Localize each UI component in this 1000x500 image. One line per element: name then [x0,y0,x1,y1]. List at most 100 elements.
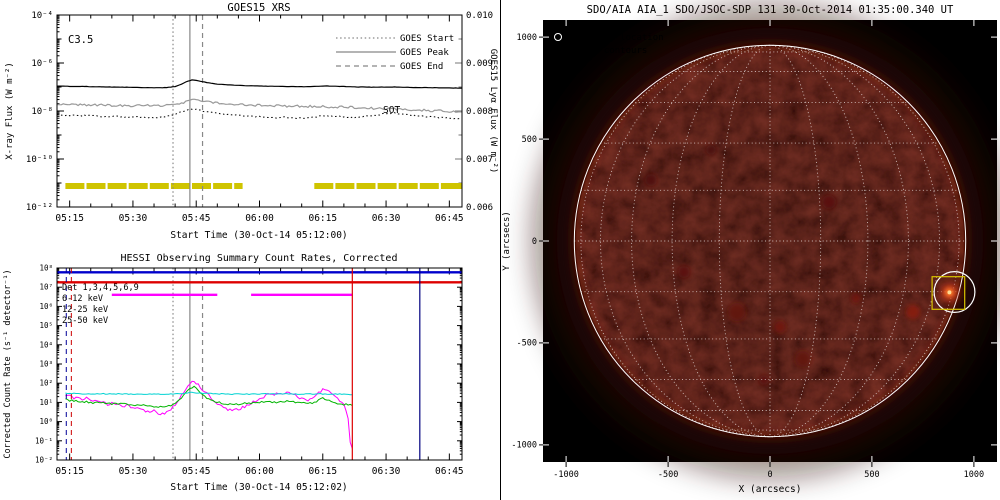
active-region-blob [645,174,657,186]
svg-text:-1000: -1000 [511,441,537,451]
svg-text:05:45: 05:45 [182,466,211,477]
svg-text:06:30: 06:30 [372,213,401,224]
sot-observation-bar [65,183,85,189]
svg-text:10²: 10² [39,379,53,388]
svg-text:10⁵: 10⁵ [39,321,53,330]
svg-text:10⁻¹⁰: 10⁻¹⁰ [26,155,53,165]
svg-text:05:15: 05:15 [55,213,84,224]
svg-text:10⁴: 10⁴ [39,340,53,349]
svg-text:10⁻⁸: 10⁻⁸ [31,107,53,117]
solar-yaxis-label: Y (arcsecs) [502,211,512,271]
sot-observation-bar [192,183,211,189]
legend-label-12-25kev: 12-25 keV [62,305,108,315]
svg-text:10⁰: 10⁰ [39,417,53,426]
svg-text:1000: 1000 [964,470,984,480]
svg-text:06:45: 06:45 [435,466,464,477]
svg-text:05:45: 05:45 [182,213,211,224]
goes-plot-title: GOES15 XRS [227,2,290,14]
sot-observation-bar [314,183,334,189]
goes-flare-class-label: C3.5 [68,34,93,46]
series-goes_long_1-8A [57,79,462,89]
series-goes_short_0.5-4A [56,108,463,120]
svg-text:10⁻¹²: 10⁻¹² [26,203,53,213]
svg-text:0: 0 [767,470,772,480]
series-lyman_alpha [56,98,463,113]
hessi-legend: Det 1,3,4,5,6,9 6-12 keV 12-25 keV 25-50… [62,283,139,326]
legend-label-6-12kev: 6-12 keV [62,294,103,304]
sot-observation-bar [170,183,190,189]
svg-text:10⁸: 10⁸ [39,264,53,273]
active-region-blob [906,305,920,319]
svg-text:05:30: 05:30 [119,466,148,477]
solar-xaxis-label: X (arcsecs) [739,484,802,495]
svg-text:500: 500 [522,135,537,145]
goes-xrs-plot: GOES15 XRS C3.5 05:15 05:30 05:45 06:00 06:1… [5,2,498,241]
svg-text:10⁻⁴: 10⁻⁴ [31,11,53,21]
sot-fov-label: SOT FOV [547,421,586,431]
active-region-blob [822,195,836,209]
sot-observation-bar [419,183,439,189]
sot-observation-bar [128,183,148,189]
flare-annotation-label: AIA flare location [566,33,664,43]
sot-observation-bar [398,183,418,189]
svg-text:-1000: -1000 [553,470,579,480]
svg-text:06:45: 06:45 [435,213,464,224]
solar-image-column: SDO/AIA AIA_1 SDO/JSOC-SDP 131 30-Oct-20… [500,0,1000,500]
legend-label-goes-peak: GOES Peak [400,48,449,58]
active-region-blob [851,293,861,303]
sot-label: SOT [383,105,400,116]
svg-text:06:15: 06:15 [308,213,337,224]
svg-text:05:30: 05:30 [119,213,148,224]
legend-label-goes-end: GOES End [400,62,443,72]
sot-observation-bar [377,183,397,189]
svg-text:10⁷: 10⁷ [39,283,53,292]
goes-xaxis-label: Start Time (30-Oct-14 05:12:00) [170,230,347,241]
active-region-blob [728,303,746,321]
legend-label-goes-start: GOES Start [400,34,454,44]
svg-text:1000: 1000 [517,33,537,43]
legend-label-detectors: Det 1,3,4,5,6,9 [62,283,139,293]
solar-analysis-screen: GOES15 XRS C3.5 05:15 05:30 05:45 06:00 06:1… [0,0,1000,500]
svg-text:10⁻¹: 10⁻¹ [35,436,53,445]
svg-text:0.006: 0.006 [466,203,493,213]
hessi-plot-title: HESSI Observing Summary Count Rates, Cor… [121,253,398,264]
active-region-blob [795,351,811,367]
svg-text:10¹: 10¹ [39,398,53,407]
goes-legend: GOES Start GOES Peak GOES End [336,34,454,72]
sot-observation-bar [86,183,106,189]
hessi-yaxis-label: Corrected Count Rate (s⁻¹ detector⁻¹) [3,269,13,458]
sot-observation-bar [234,183,243,189]
legend-label-25-50kev: 25-50 keV [62,316,108,326]
hessi-xaxis-label: Start Time (30-Oct-14 05:12:02) [170,482,347,493]
hessi-count-rate-plot: HESSI Observing Summary Count Rates, Cor… [3,253,464,493]
timeseries-column: GOES15 XRS C3.5 05:15 05:30 05:45 06:00 06:1… [0,0,500,500]
series-rate_6-12_keV [65,380,353,449]
series-rate_12-25_keV [65,385,353,408]
hessi-plot-frame [56,267,463,461]
active-region-blob [759,375,769,385]
goes-yaxis-left-label: X-ray Flux (W m⁻²) [5,62,15,160]
sot-observation-bar [213,183,233,189]
svg-text:10⁻²: 10⁻² [35,456,53,465]
svg-text:06:00: 06:00 [245,213,274,224]
active-region-blob [678,266,690,278]
svg-text:10⁶: 10⁶ [39,302,53,311]
sot-observation-bar [440,183,462,189]
sot-observation-bar [107,183,127,189]
svg-text:10⁻⁶: 10⁻⁶ [31,59,53,69]
svg-text:06:30: 06:30 [372,466,401,477]
active-region-blob [706,145,716,155]
rhessi-contours-label: RHESSI contours [566,46,647,56]
svg-text:06:15: 06:15 [308,466,337,477]
svg-text:10³: 10³ [39,360,53,369]
flare-bright-point [947,290,952,295]
active-region-blob [774,321,786,333]
svg-text:0: 0 [532,237,537,247]
sot-observation-bar [335,183,355,189]
svg-text:0.010: 0.010 [466,11,493,21]
sot-observation-bar [149,183,169,189]
sot-observation-bar [356,183,376,189]
goes-yaxis-right-label: GOES15 Lyα Flux (W m⁻²) [488,49,498,174]
svg-text:05:15: 05:15 [55,466,84,477]
svg-text:500: 500 [864,470,879,480]
